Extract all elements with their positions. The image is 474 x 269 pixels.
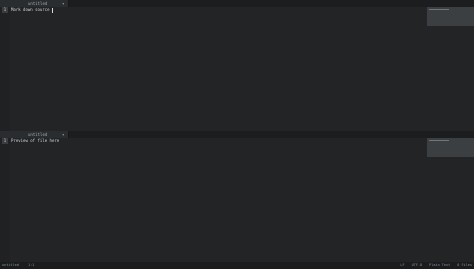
tab-untitled-top[interactable]: untitled ▾ (0, 0, 69, 7)
status-right: LF UTF-8 Plain Text 0 Files (400, 262, 472, 269)
bottom-gutter: 1 (0, 138, 10, 262)
editor-window: untitled ▾ 1 Mark down source untitled ▾… (0, 0, 474, 269)
status-encoding[interactable]: UTF-8 (412, 262, 423, 269)
minimap-line (429, 140, 449, 141)
tab-untitled-bottom[interactable]: untitled ▾ (0, 131, 69, 138)
line-number: 1 (2, 7, 8, 13)
code-text: Mark down source (11, 7, 50, 12)
tab-label: untitled (28, 132, 48, 137)
status-notifications[interactable]: 0 Files (457, 262, 472, 269)
status-file-name[interactable]: untitled (2, 263, 19, 267)
minimap[interactable] (427, 7, 474, 26)
minimap[interactable] (427, 138, 474, 157)
top-editor-pane[interactable]: 1 Mark down source (0, 7, 474, 131)
status-position[interactable]: 1:1 (28, 263, 34, 267)
top-tab-bar: untitled ▾ (0, 0, 474, 7)
code-line-1[interactable]: Mark down source (11, 7, 53, 13)
status-syntax[interactable]: Plain Text (429, 262, 450, 269)
tab-dropdown-icon[interactable]: ▾ (62, 0, 64, 7)
line-number: 1 (2, 138, 8, 144)
code-line-1[interactable]: Preview of file here (11, 138, 59, 144)
top-gutter: 1 (0, 7, 10, 131)
status-spaces[interactable]: LF (400, 262, 404, 269)
bottom-tab-bar: untitled ▾ (0, 131, 474, 138)
tab-label: untitled (28, 1, 48, 6)
bottom-editor-pane[interactable]: 1 Preview of file here (0, 138, 474, 262)
status-left: untitled 1:1 (2, 262, 34, 269)
status-bar: untitled 1:1 LF UTF-8 Plain Text 0 Files (0, 262, 474, 269)
text-cursor (51, 7, 53, 13)
code-text: Preview of file here (11, 138, 60, 143)
tab-dropdown-icon[interactable]: ▾ (62, 131, 64, 138)
minimap-line (429, 9, 449, 10)
